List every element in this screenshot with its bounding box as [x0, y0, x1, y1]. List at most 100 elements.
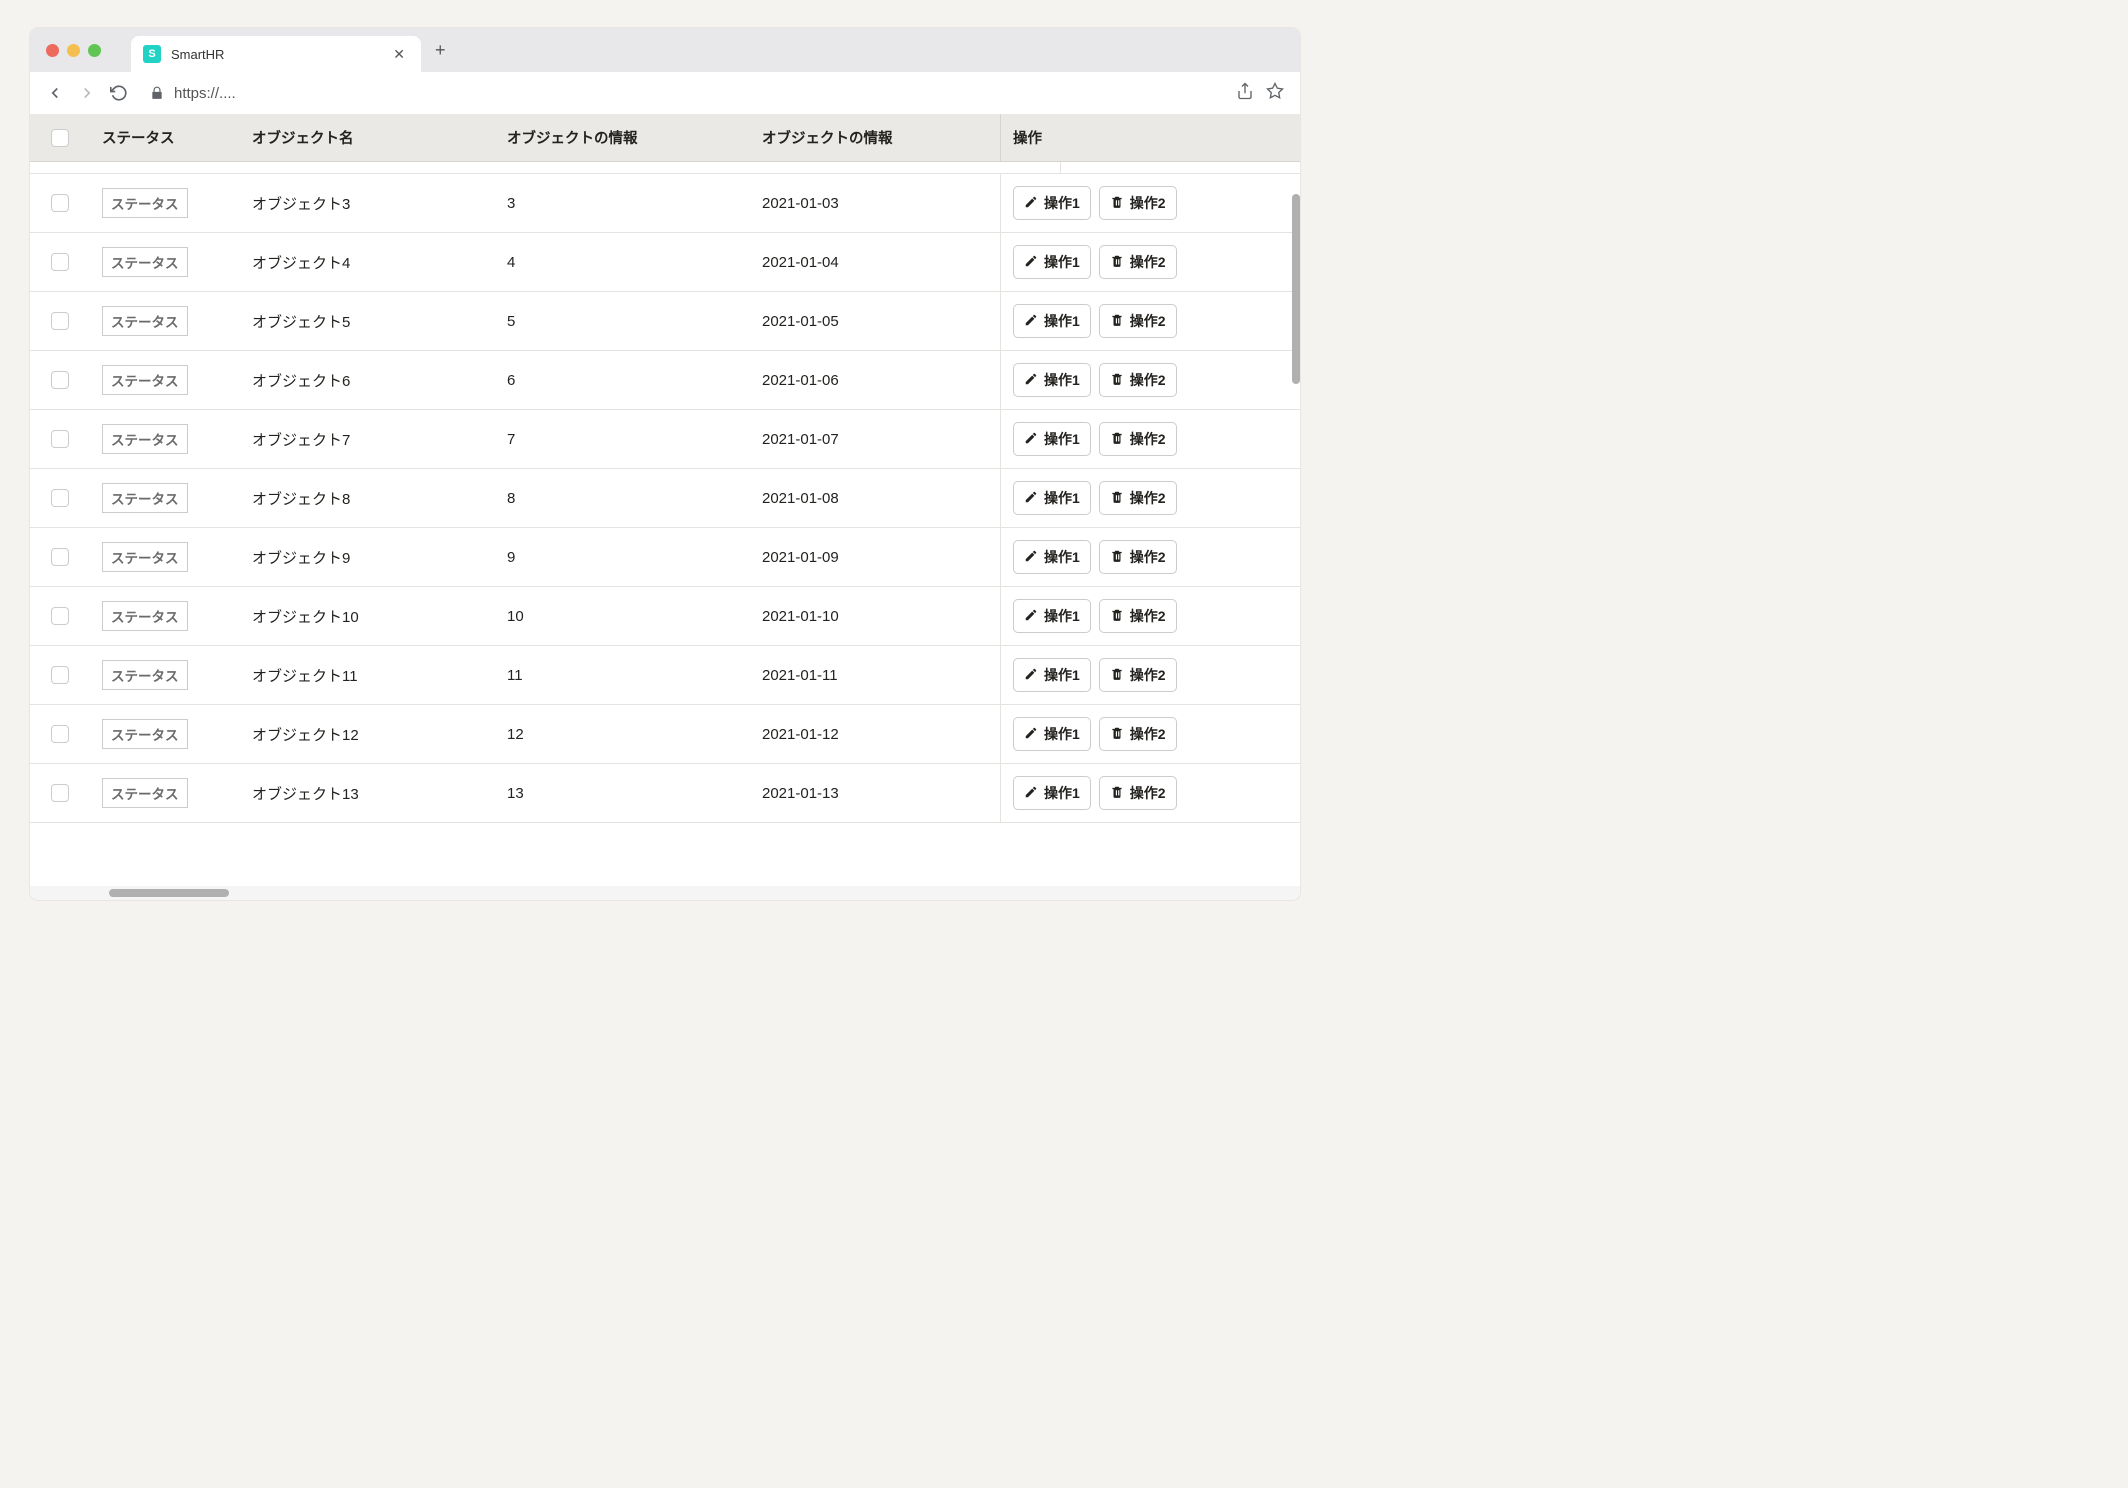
horizontal-scrollbar[interactable]	[30, 886, 1300, 900]
pencil-icon	[1024, 313, 1038, 330]
table-row: ステータスオブジェクト332021-01-03操作1操作2	[30, 174, 1300, 233]
row-status-cell: ステータス	[90, 424, 240, 454]
delete-button[interactable]: 操作2	[1099, 186, 1177, 220]
edit-button[interactable]: 操作1	[1013, 422, 1091, 456]
edit-button[interactable]: 操作1	[1013, 658, 1091, 692]
share-icon[interactable]	[1236, 82, 1254, 105]
address-actions	[1236, 82, 1284, 105]
row-actions-cell: 操作1 操作2	[1000, 351, 1240, 409]
row-checkbox[interactable]	[51, 666, 69, 684]
row-checkbox[interactable]	[51, 312, 69, 330]
content-area: ステータス オブジェクト名 オブジェクトの情報 オブジェクトの情報 操作 ステー…	[30, 114, 1300, 900]
row-actions-cell: 操作1操作2	[1000, 233, 1240, 291]
action1-label: 操作1	[1044, 665, 1080, 685]
url-text: https://....	[174, 85, 236, 102]
row-name-cell: オブジェクト9	[240, 547, 495, 568]
action2-label: 操作2	[1130, 724, 1166, 744]
table-row-partial	[30, 162, 1300, 174]
status-badge: ステータス	[102, 188, 188, 218]
row-checkbox[interactable]	[51, 371, 69, 389]
action2-label: 操作2	[1130, 665, 1166, 685]
status-badge: ステータス	[102, 719, 188, 749]
row-checkbox[interactable]	[51, 194, 69, 212]
delete-button[interactable]: 操作2	[1099, 363, 1177, 397]
row-actions-cell: 操作1 操作2	[1000, 292, 1240, 350]
row-name-cell: オブジェクト12	[240, 724, 495, 745]
row-checkbox-cell	[30, 607, 90, 625]
edit-button[interactable]: 操作1	[1013, 599, 1091, 633]
table-container[interactable]: ステータス オブジェクト名 オブジェクトの情報 オブジェクトの情報 操作 ステー…	[30, 114, 1300, 900]
row-info2-cell: 2021-01-07	[750, 431, 1000, 448]
row-checkbox[interactable]	[51, 784, 69, 802]
action2-label: 操作2	[1130, 606, 1166, 626]
trash-icon	[1110, 431, 1124, 448]
row-info1-cell: 8	[495, 490, 750, 507]
window-maximize-button[interactable]	[88, 44, 101, 57]
row-name-cell: オブジェクト7	[240, 429, 495, 450]
row-checkbox[interactable]	[51, 430, 69, 448]
trash-icon	[1110, 726, 1124, 743]
browser-tab[interactable]: S SmartHR ✕	[131, 36, 421, 72]
tab-favicon-icon: S	[143, 45, 161, 63]
row-checkbox[interactable]	[51, 253, 69, 271]
row-status-cell: ステータス	[90, 719, 240, 749]
row-name-cell: オブジェクト3	[240, 193, 495, 214]
row-actions-cell: 操作1操作2	[1000, 174, 1240, 232]
row-checkbox-cell	[30, 666, 90, 684]
edit-button[interactable]: 操作1	[1013, 717, 1091, 751]
row-info2-cell: 2021-01-11	[750, 667, 1000, 684]
row-checkbox-cell	[30, 725, 90, 743]
edit-button[interactable]: 操作1	[1013, 481, 1091, 515]
row-actions-cell: 操作1操作2	[1000, 528, 1240, 586]
select-all-checkbox[interactable]	[51, 129, 69, 147]
row-info1-cell: 4	[495, 254, 750, 271]
header-actions: 操作	[1000, 114, 1240, 161]
partial-actions-cell	[1060, 162, 1300, 173]
delete-button[interactable]: 操作2	[1099, 540, 1177, 574]
trash-icon	[1110, 549, 1124, 566]
row-info1-cell: 7	[495, 431, 750, 448]
tab-close-icon[interactable]: ✕	[389, 44, 409, 65]
edit-button[interactable]: 操作1	[1013, 540, 1091, 574]
nav-reload-button[interactable]	[110, 84, 128, 102]
delete-button[interactable]: 操作2	[1099, 599, 1177, 633]
edit-button[interactable]: 操作1	[1013, 304, 1091, 338]
delete-button[interactable]: 操作2	[1099, 245, 1177, 279]
star-icon[interactable]	[1266, 82, 1284, 105]
row-status-cell: ステータス	[90, 247, 240, 277]
delete-button[interactable]: 操作2	[1099, 776, 1177, 810]
row-checkbox-cell	[30, 371, 90, 389]
nav-forward-button[interactable]	[78, 84, 96, 102]
edit-button[interactable]: 操作1	[1013, 186, 1091, 220]
action2-label: 操作2	[1130, 311, 1166, 331]
new-tab-button[interactable]: +	[435, 40, 446, 61]
delete-button[interactable]: 操作2	[1099, 304, 1177, 338]
row-info2-cell: 2021-01-03	[750, 195, 1000, 212]
table-header: ステータス オブジェクト名 オブジェクトの情報 オブジェクトの情報 操作	[30, 114, 1300, 162]
status-badge: ステータス	[102, 601, 188, 631]
header-info2: オブジェクトの情報	[750, 127, 1000, 148]
window-minimize-button[interactable]	[67, 44, 80, 57]
delete-button[interactable]: 操作2	[1099, 481, 1177, 515]
delete-button[interactable]: 操作2	[1099, 717, 1177, 751]
table-row: ステータスオブジェクト13132021-01-13操作1操作2	[30, 764, 1300, 823]
row-checkbox[interactable]	[51, 548, 69, 566]
row-checkbox[interactable]	[51, 725, 69, 743]
header-info1: オブジェクトの情報	[495, 127, 750, 148]
delete-button[interactable]: 操作2	[1099, 658, 1177, 692]
edit-button[interactable]: 操作1	[1013, 245, 1091, 279]
edit-button[interactable]: 操作1	[1013, 363, 1091, 397]
tab-title: SmartHR	[171, 47, 389, 62]
nav-back-button[interactable]	[46, 84, 64, 102]
action2-label: 操作2	[1130, 370, 1166, 390]
delete-button[interactable]: 操作2	[1099, 422, 1177, 456]
window-close-button[interactable]	[46, 44, 59, 57]
url-field[interactable]: https://....	[142, 85, 1222, 102]
status-badge: ステータス	[102, 483, 188, 513]
row-checkbox[interactable]	[51, 489, 69, 507]
row-checkbox[interactable]	[51, 607, 69, 625]
status-badge: ステータス	[102, 365, 188, 395]
horizontal-scroll-thumb[interactable]	[109, 889, 229, 897]
edit-button[interactable]: 操作1	[1013, 776, 1091, 810]
vertical-scroll-thumb[interactable]	[1292, 194, 1300, 384]
